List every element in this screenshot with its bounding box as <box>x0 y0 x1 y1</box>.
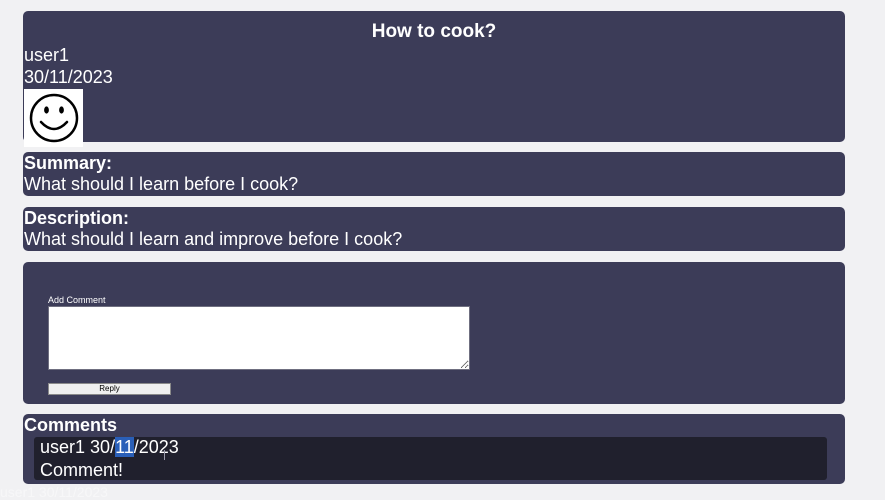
summary-text: What should I learn before I cook? <box>24 174 299 194</box>
post-title: How to cook? <box>371 21 497 42</box>
summary-heading: Summary: <box>24 153 113 173</box>
add-comment-label: Add Comment <box>48 295 106 305</box>
comment-meta[interactable]: user1 30/11/2023 <box>40 437 179 457</box>
comment-date-selected: 11 <box>115 437 134 457</box>
text-cursor <box>164 450 165 460</box>
description-text: What should I learn and improve before I… <box>24 229 403 249</box>
comment-author: user1 <box>40 437 86 457</box>
comment-date-suffix: /2023 <box>133 437 179 457</box>
comments-section: Comments user1 30/11/2023 Comment! <box>23 414 845 484</box>
comments-heading: Comments <box>24 415 118 435</box>
comment-date-prefix: 30/ <box>90 437 116 457</box>
comment-text: Comment! <box>40 460 124 480</box>
post-author: user1 <box>24 45 70 65</box>
post-date: 30/11/2023 <box>24 67 113 87</box>
avatar <box>24 89 83 147</box>
post-header: How to cook? user1 30/11/2023 <box>23 11 845 147</box>
comment-item: user1 30/11/2023 Comment! <box>34 437 827 480</box>
reply-button[interactable]: Reply <box>48 383 171 395</box>
summary-section: Summary: What should I learn before I co… <box>23 152 845 196</box>
drag-ghost-text: user1 30/11/2023 <box>0 484 108 500</box>
comment-textarea[interactable] <box>48 306 470 370</box>
smiley-face-icon <box>29 93 79 143</box>
add-comment-section: Add Comment Reply <box>23 262 845 404</box>
description-section: Description: What should I learn and imp… <box>23 207 845 251</box>
description-heading: Description: <box>24 208 130 228</box>
